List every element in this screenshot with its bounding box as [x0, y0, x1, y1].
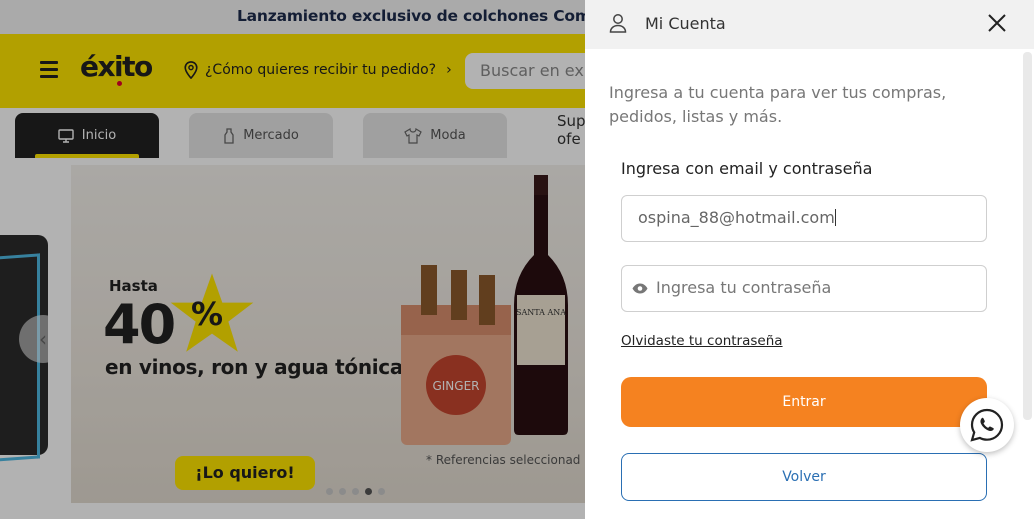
drawer-intro: Ingresa a tu cuenta para ver tus compras… [609, 83, 947, 126]
page: Lanzamiento exclusivo de colchones Come … [0, 0, 1034, 519]
whatsapp-button[interactable] [960, 398, 1014, 452]
drawer-title: Mi Cuenta [645, 14, 726, 33]
drawer-header: Mi Cuenta [585, 0, 1034, 49]
enter-button[interactable]: Entrar [621, 377, 987, 427]
login-section-title: Ingresa con email y contraseña [621, 159, 873, 178]
close-icon[interactable] [986, 12, 1008, 34]
email-value: ospina_88@hotmail.com [638, 208, 835, 227]
email-field[interactable]: ospina_88@hotmail.com [621, 195, 987, 242]
password-field[interactable]: Ingresa tu contraseña [621, 265, 987, 312]
back-button[interactable]: Volver [621, 453, 987, 501]
text-caret [834, 209, 836, 226]
eye-icon[interactable] [632, 283, 648, 294]
forgot-password-link[interactable]: Olvidaste tu contraseña [621, 333, 783, 349]
user-icon [609, 14, 627, 33]
scrollbar[interactable] [1023, 52, 1032, 420]
password-placeholder: Ingresa tu contraseña [656, 278, 832, 297]
modal-overlay[interactable] [0, 0, 585, 519]
whatsapp-icon [970, 408, 1004, 442]
